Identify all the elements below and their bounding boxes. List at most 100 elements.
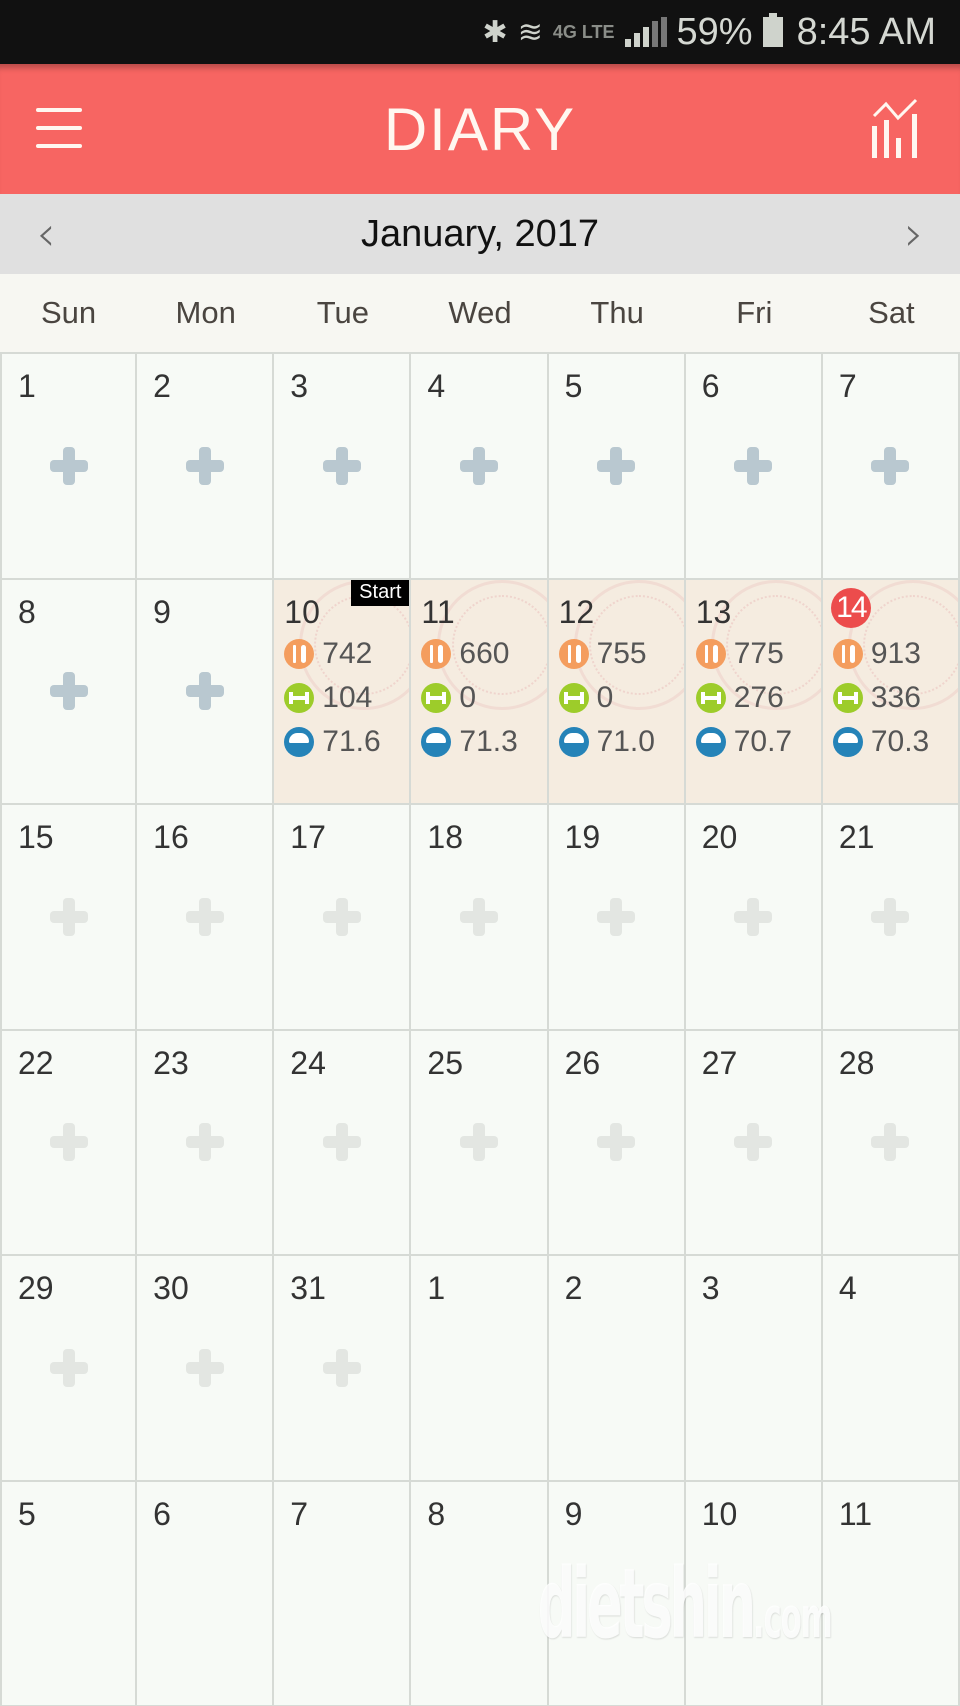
day-number: 8 — [18, 593, 36, 630]
body-weight: 71.0 — [558, 720, 655, 764]
add-entry-icon[interactable] — [49, 672, 88, 711]
add-entry-icon[interactable] — [459, 446, 498, 485]
calendar-day-cell[interactable]: 29 — [0, 1256, 138, 1482]
calendar-day-cell[interactable]: 23 — [137, 1030, 275, 1256]
calendar-day-cell[interactable]: 8 — [0, 579, 138, 805]
lte-icon: 4G LTE — [552, 21, 615, 42]
day-summary: 755 0 71.0 — [558, 632, 655, 764]
signal-icon — [624, 17, 667, 47]
add-entry-icon[interactable] — [185, 672, 224, 711]
calendar-day-cell[interactable]: 15 — [0, 805, 138, 1031]
calendar-day-cell[interactable]: 24 — [274, 1030, 412, 1256]
wifi-icon: ≋ — [517, 15, 543, 49]
calendar-day-cell[interactable]: 19 — [548, 805, 686, 1031]
add-entry-icon[interactable] — [597, 897, 636, 936]
exercise-calories: 276 — [695, 676, 792, 720]
calendar-day-cell[interactable]: 4 — [822, 1256, 960, 1482]
weekday-label: Thu — [590, 295, 644, 330]
add-entry-icon[interactable] — [185, 1348, 224, 1387]
add-entry-icon[interactable] — [459, 1123, 498, 1162]
add-entry-icon[interactable] — [734, 1123, 773, 1162]
calendar-day-cell[interactable]: 5 — [0, 1481, 138, 1706]
day-number: 13 — [695, 593, 732, 630]
calendar-day-cell[interactable]: 4 — [411, 354, 549, 580]
add-entry-icon[interactable] — [871, 446, 910, 485]
add-entry-icon[interactable] — [49, 1123, 88, 1162]
calendar-day-cell[interactable]: 11 — [822, 1481, 960, 1706]
calendar-day-cell[interactable]: 5 — [548, 354, 686, 580]
add-entry-icon[interactable] — [459, 897, 498, 936]
day-number: 23 — [153, 1044, 189, 1081]
prev-month-button[interactable]: ‹ — [26, 206, 66, 262]
calendar-day-cell[interactable]: 17 — [274, 805, 412, 1031]
add-entry-icon[interactable] — [597, 446, 636, 485]
calendar-day-cell[interactable]: 2 — [548, 1256, 686, 1482]
calendar-day-cell[interactable]: 27 — [685, 1030, 823, 1256]
calendar-day-cell[interactable]: 14 913 336 70.3 — [822, 579, 960, 805]
day-number: 22 — [18, 1044, 54, 1081]
calendar-day-cell[interactable]: 3 — [685, 1256, 823, 1482]
calendar-day-cell[interactable]: 11 660 0 71.3 — [411, 579, 549, 805]
calendar-day-cell[interactable]: 6 — [137, 1481, 275, 1706]
add-entry-icon[interactable] — [185, 897, 224, 936]
next-month-button[interactable]: › — [894, 206, 934, 262]
add-entry-icon[interactable] — [49, 446, 88, 485]
calendar-day-cell[interactable]: 31 — [274, 1256, 412, 1482]
add-entry-icon[interactable] — [322, 1123, 361, 1162]
calendar-day-cell[interactable]: 7 — [822, 354, 960, 580]
dumbbell-icon — [421, 682, 452, 713]
add-entry-icon[interactable] — [49, 897, 88, 936]
day-number: 3 — [290, 368, 309, 404]
day-number: 4 — [427, 368, 446, 404]
calendar-day-cell[interactable]: 28 — [822, 1030, 960, 1256]
hamburger-menu-icon[interactable] — [36, 108, 82, 148]
add-entry-icon[interactable] — [734, 446, 773, 485]
food-icon — [695, 638, 726, 669]
day-number: 5 — [18, 1495, 36, 1532]
add-entry-icon[interactable] — [322, 1348, 361, 1387]
day-number: 7 — [290, 1495, 309, 1532]
calendar-day-cell[interactable]: 7 — [274, 1481, 412, 1706]
calendar-day-cell[interactable]: 2 — [137, 354, 275, 580]
weekday-label: Wed — [448, 295, 512, 330]
day-number: 3 — [701, 1270, 720, 1306]
food-calories: 755 — [558, 632, 655, 676]
day-number: 16 — [153, 819, 189, 855]
day-number: 10 — [284, 593, 320, 630]
add-entry-icon[interactable] — [871, 897, 910, 936]
calendar-grid: 1 2 3 4 5 6 7 8 9 10 Start 742 104 71.6 11 660 0 71.3 12 75… — [0, 352, 960, 1706]
food-calories: 775 — [695, 632, 792, 676]
add-entry-icon[interactable] — [734, 897, 773, 936]
calendar-day-cell[interactable]: 12 755 0 71.0 — [548, 579, 686, 805]
add-entry-icon[interactable] — [185, 446, 224, 485]
day-number: 5 — [564, 368, 583, 404]
add-entry-icon[interactable] — [322, 446, 361, 485]
calendar-day-cell[interactable]: 9 — [137, 579, 275, 805]
calendar-day-cell[interactable]: 16 — [137, 805, 275, 1031]
day-number: 2 — [153, 368, 171, 404]
dumbbell-icon — [695, 682, 726, 713]
calendar-day-cell[interactable]: 30 — [137, 1256, 275, 1482]
calendar-day-cell[interactable]: 25 — [411, 1030, 549, 1256]
calendar-day-cell[interactable]: 3 — [274, 354, 412, 580]
calendar-day-cell[interactable]: 1 — [411, 1256, 549, 1482]
calendar-day-cell[interactable]: 13 775 276 70.7 — [685, 579, 823, 805]
calendar-day-cell[interactable]: 6 — [685, 354, 823, 580]
calendar-day-cell[interactable]: 8 — [411, 1481, 549, 1706]
calendar-day-cell[interactable]: 1 — [0, 354, 138, 580]
calendar-day-cell[interactable]: 20 — [685, 805, 823, 1031]
start-tag: Start — [351, 579, 410, 606]
add-entry-icon[interactable] — [871, 1123, 910, 1162]
calendar-day-cell[interactable]: 10 Start 742 104 71.6 — [274, 579, 412, 805]
add-entry-icon[interactable] — [322, 897, 361, 936]
bar-chart-trend-icon[interactable] — [868, 96, 928, 160]
calendar-day-cell[interactable]: 18 — [411, 805, 549, 1031]
calendar-day-cell[interactable]: 22 — [0, 1030, 138, 1256]
day-number: 21 — [838, 819, 875, 855]
add-entry-icon[interactable] — [49, 1348, 88, 1387]
day-number: 7 — [838, 368, 857, 404]
add-entry-icon[interactable] — [597, 1123, 636, 1162]
calendar-day-cell[interactable]: 21 — [822, 805, 960, 1031]
calendar-day-cell[interactable]: 26 — [548, 1030, 686, 1256]
add-entry-icon[interactable] — [185, 1123, 224, 1162]
